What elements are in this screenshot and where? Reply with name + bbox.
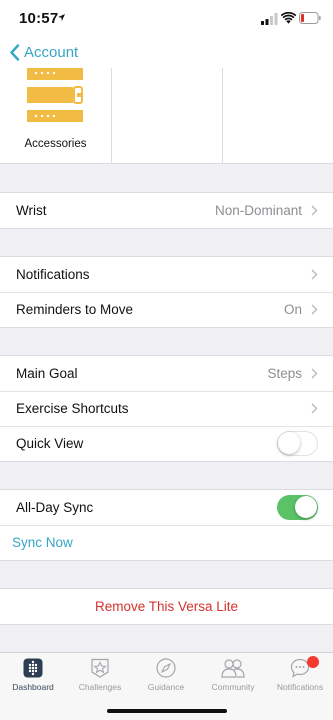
- tab-label: Dashboard: [12, 682, 54, 692]
- all-day-sync-row: All-Day Sync: [0, 490, 333, 525]
- battery-icon: [299, 12, 321, 24]
- toggle-knob: [294, 496, 317, 518]
- all-day-sync-label: All-Day Sync: [16, 500, 94, 515]
- tab-label: Guidance: [147, 682, 185, 692]
- status-bar: 10:57: [0, 0, 333, 38]
- chevron-right-icon: [311, 269, 318, 280]
- back-button[interactable]: Account: [24, 44, 78, 61]
- chevron-right-icon: [311, 368, 318, 379]
- reminders-to-move-label: Reminders to Move: [16, 302, 134, 317]
- quick-view-label: Quick View: [16, 436, 84, 451]
- notifications-row[interactable]: Notifications: [0, 257, 333, 292]
- home-indicator: [107, 709, 227, 713]
- status-time: 10:57: [19, 10, 59, 27]
- tab-guidance[interactable]: Guidance: [133, 653, 199, 703]
- wrist-section: Wrist Non-Dominant: [0, 192, 333, 229]
- wrist-row[interactable]: Wrist Non-Dominant: [0, 193, 333, 228]
- accessories-grid: Accessories: [0, 68, 333, 164]
- tab-notifications[interactable]: Notifications: [267, 653, 333, 703]
- dashboard-icon: [23, 658, 43, 678]
- tab-community[interactable]: Community: [200, 653, 266, 703]
- compass-icon: [156, 658, 176, 678]
- toggle-knob: [278, 432, 300, 454]
- goals-section: Main Goal Steps Exercise Shortcuts Quick…: [0, 355, 333, 462]
- chevron-right-icon: [311, 205, 318, 216]
- quick-view-row: Quick View: [0, 426, 333, 461]
- tab-label: Community: [211, 682, 255, 692]
- nav-bar: Account: [0, 38, 333, 68]
- people-icon: [221, 659, 245, 678]
- main-goal-label: Main Goal: [16, 366, 78, 381]
- quick-view-toggle[interactable]: [277, 431, 318, 456]
- reminders-to-move-value: On: [283, 302, 302, 317]
- remove-section: Remove This Versa Lite: [0, 588, 333, 625]
- chevron-right-icon: [311, 403, 318, 414]
- all-day-sync-toggle[interactable]: [277, 495, 318, 520]
- exercise-shortcuts-row[interactable]: Exercise Shortcuts: [0, 391, 333, 426]
- sync-now-button[interactable]: Sync Now: [12, 535, 73, 550]
- tab-label: Challenges: [78, 682, 122, 692]
- tab-dashboard[interactable]: Dashboard: [0, 653, 66, 703]
- wrist-value: Non-Dominant: [214, 203, 302, 218]
- main-goal-value: Steps: [267, 366, 302, 381]
- watch-band-icon: [27, 68, 83, 122]
- empty-tile: [223, 68, 333, 164]
- empty-tile: [112, 68, 222, 164]
- cellular-signal-icon: [261, 13, 278, 25]
- notifications-label: Notifications: [16, 267, 90, 282]
- remove-device-button[interactable]: Remove This Versa Lite: [0, 599, 333, 614]
- remove-device-row[interactable]: Remove This Versa Lite: [0, 589, 333, 624]
- exercise-shortcuts-label: Exercise Shortcuts: [16, 401, 129, 416]
- back-chevron-icon[interactable]: [9, 44, 20, 61]
- accessories-label: Accessories: [24, 138, 87, 150]
- tab-challenges[interactable]: Challenges: [67, 653, 133, 703]
- wrist-label: Wrist: [16, 203, 47, 218]
- reminders-to-move-row[interactable]: Reminders to Move On: [0, 292, 333, 327]
- tab-label: Notifications: [276, 682, 324, 692]
- notification-badge: [307, 656, 319, 668]
- location-arrow-icon: [58, 14, 65, 21]
- main-goal-row[interactable]: Main Goal Steps: [0, 356, 333, 391]
- wifi-icon: [281, 12, 296, 24]
- sync-section: All-Day Sync Sync Now: [0, 489, 333, 561]
- star-icon: [91, 658, 109, 678]
- notifications-section: Notifications Reminders to Move On: [0, 256, 333, 328]
- accessories-tile[interactable]: Accessories: [0, 68, 111, 164]
- sync-now-row: Sync Now: [0, 525, 333, 560]
- chevron-right-icon: [311, 304, 318, 315]
